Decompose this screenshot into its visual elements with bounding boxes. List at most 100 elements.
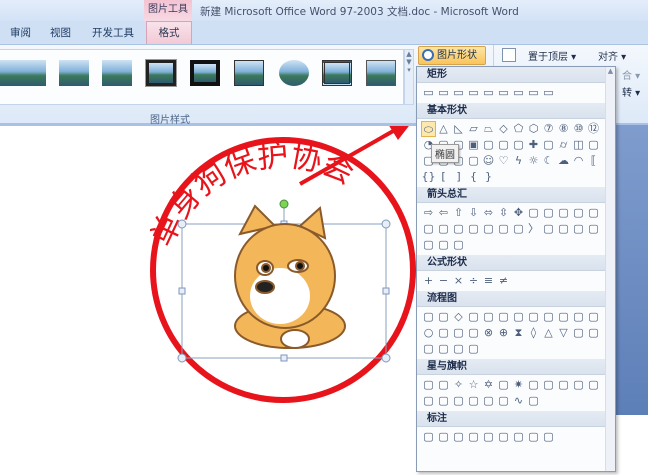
folded-corner-shape-icon[interactable]: ▢ <box>466 153 481 169</box>
picture-shape-button[interactable]: 图片形状 ▾ <box>418 46 486 78</box>
left-brace-shape-icon[interactable]: { <box>466 169 481 185</box>
manual-input-shape-icon[interactable]: ▢ <box>571 309 586 325</box>
quad-arrow-shape-icon[interactable]: ✥ <box>511 205 526 221</box>
pentagon-arrow-shape-icon[interactable]: ▢ <box>511 221 526 237</box>
cloud-shape-icon[interactable]: ☁ <box>556 153 571 169</box>
rect-shape-icon[interactable]: ▭ <box>526 85 541 101</box>
picture-style-thumb[interactable] <box>322 60 352 86</box>
cloud-callout-shape-icon[interactable]: ▢ <box>466 429 481 445</box>
multiply-shape-icon[interactable]: × <box>451 273 466 289</box>
parallelogram-shape-icon[interactable]: ▱ <box>466 121 481 137</box>
rect-shape-icon[interactable]: ▭ <box>481 85 496 101</box>
double-wave-shape-icon[interactable]: ▢ <box>526 393 541 409</box>
right-bracket-shape-icon[interactable]: ] <box>451 169 466 185</box>
star-10-shape-icon[interactable]: ▢ <box>526 377 541 393</box>
star-8-shape-icon[interactable]: ✷ <box>511 377 526 393</box>
multidocument-shape-icon[interactable]: ▢ <box>526 309 541 325</box>
rect-shape-icon[interactable]: ▭ <box>496 85 511 101</box>
minus-shape-icon[interactable]: − <box>436 273 451 289</box>
rect-shape-icon[interactable]: ▭ <box>541 85 556 101</box>
line-callout-4-shape-icon[interactable]: ▢ <box>526 429 541 445</box>
star-16-shape-icon[interactable]: ▢ <box>556 377 571 393</box>
oval-callout-shape-icon[interactable]: ▢ <box>451 429 466 445</box>
up-down-arrow-shape-icon[interactable]: ⇳ <box>496 205 511 221</box>
sort-shape-icon[interactable]: ◊ <box>526 325 541 341</box>
tab-developer[interactable]: 开发工具 <box>92 25 134 40</box>
left-arrow-shape-icon[interactable]: ⇦ <box>436 205 451 221</box>
can-shape-icon[interactable]: ⌭ <box>556 137 571 153</box>
equal-shape-icon[interactable]: ≡ <box>481 273 496 289</box>
line-callout-2-shape-icon[interactable]: ▢ <box>496 429 511 445</box>
extract-shape-icon[interactable]: △ <box>541 325 556 341</box>
picture-style-thumb[interactable] <box>366 60 396 86</box>
or-shape-icon[interactable]: ⊕ <box>496 325 511 341</box>
summing-junction-shape-icon[interactable]: ⊗ <box>481 325 496 341</box>
picture-style-thumb[interactable] <box>190 60 220 86</box>
star-12-shape-icon[interactable]: ▢ <box>541 377 556 393</box>
ribbon-up-shape-icon[interactable]: ▢ <box>421 393 436 409</box>
explosion-2-shape-icon[interactable]: ▢ <box>436 377 451 393</box>
collate-shape-icon[interactable]: ⧗ <box>511 325 526 341</box>
card-shape-icon[interactable]: ▢ <box>451 325 466 341</box>
heart-shape-icon[interactable]: ♡ <box>496 153 511 169</box>
striped-right-arrow-shape-icon[interactable]: ▢ <box>481 221 496 237</box>
picture-style-thumb[interactable] <box>102 60 132 86</box>
gallery-scrollbar[interactable]: ▲ ▼ ▾ <box>404 49 414 105</box>
bring-to-front-button[interactable]: 置于顶层 ▾ <box>528 48 576 63</box>
delay-shape-icon[interactable]: ▢ <box>586 325 601 341</box>
left-up-arrow-shape-icon[interactable]: ▢ <box>571 205 586 221</box>
diagonal-stripe-shape-icon[interactable]: ▢ <box>511 137 526 153</box>
explosion-1-shape-icon[interactable]: ▢ <box>421 377 436 393</box>
star-7-shape-icon[interactable]: ▢ <box>496 377 511 393</box>
picture-style-thumb[interactable] <box>234 60 264 86</box>
process-shape-icon[interactable]: ▢ <box>421 309 436 325</box>
rotate-button[interactable]: 转 ▾ <box>622 84 640 99</box>
down-arrow-callout-shape-icon[interactable]: ▢ <box>556 221 571 237</box>
picture-style-thumb[interactable] <box>279 60 309 86</box>
not-equal-shape-icon[interactable]: ≠ <box>496 273 511 289</box>
chevron-shape-icon[interactable]: 〉 <box>526 221 541 237</box>
picture-style-thumb[interactable] <box>59 60 89 86</box>
line-callout-5-shape-icon[interactable]: ▢ <box>541 429 556 445</box>
manual-operation-shape-icon[interactable]: ▢ <box>586 309 601 325</box>
double-bracket-shape-icon[interactable]: ⟦ <box>586 153 601 169</box>
quad-arrow-callout-shape-icon[interactable]: ▢ <box>436 237 451 253</box>
left-right-arrow-callout-shape-icon[interactable]: ▢ <box>421 237 436 253</box>
rect-shape-icon[interactable]: ▭ <box>436 85 451 101</box>
rounded-callout-shape-icon[interactable]: ▢ <box>436 429 451 445</box>
left-right-arrow-shape-icon[interactable]: ⬄ <box>481 205 496 221</box>
lightning-shape-icon[interactable]: ϟ <box>511 153 526 169</box>
octagon-shape-icon[interactable]: ⑧ <box>556 121 571 137</box>
decagon-shape-icon[interactable]: ⑩ <box>571 121 586 137</box>
curved-right-arrow-shape-icon[interactable]: ▢ <box>421 221 436 237</box>
smiley-shape-icon[interactable]: ☺ <box>481 153 496 169</box>
double-brace-shape-icon[interactable]: {} <box>421 169 436 185</box>
rotation-handle[interactable] <box>279 199 289 209</box>
position-icon[interactable] <box>502 48 516 62</box>
data-shape-icon[interactable]: ▢ <box>466 309 481 325</box>
diamond-shape-icon[interactable]: ◇ <box>496 121 511 137</box>
cube-shape-icon[interactable]: ◫ <box>571 137 586 153</box>
half-frame-shape-icon[interactable]: ▢ <box>481 137 496 153</box>
triangle-shape-icon[interactable]: △ <box>436 121 451 137</box>
group-button[interactable]: 合 ▾ <box>622 67 640 82</box>
internal-storage-shape-icon[interactable]: ▢ <box>496 309 511 325</box>
decision-shape-icon[interactable]: ◇ <box>451 309 466 325</box>
frame-shape-icon[interactable]: ▣ <box>466 137 481 153</box>
alternate-process-shape-icon[interactable]: ▢ <box>436 309 451 325</box>
rect-shape-icon[interactable]: ▭ <box>511 85 526 101</box>
circular-arrow-shape-icon[interactable]: ▢ <box>451 237 466 253</box>
display-shape-icon[interactable]: ▢ <box>466 341 481 357</box>
horizontal-scroll-shape-icon[interactable]: ▢ <box>496 393 511 409</box>
rect-shape-icon[interactable]: ▭ <box>421 85 436 101</box>
rect-callout-shape-icon[interactable]: ▢ <box>421 429 436 445</box>
line-callout-3-shape-icon[interactable]: ▢ <box>511 429 526 445</box>
cross-shape-icon[interactable]: ✚ <box>526 137 541 153</box>
dropdown-scrollbar[interactable]: ▲ <box>605 67 615 471</box>
curved-down-arrow-shape-icon[interactable]: ▢ <box>466 221 481 237</box>
left-right-up-arrow-shape-icon[interactable]: ▢ <box>526 205 541 221</box>
picture-style-thumb[interactable] <box>16 60 46 86</box>
curved-up-arrow-shape-icon[interactable]: ▢ <box>451 221 466 237</box>
magnetic-disk-shape-icon[interactable]: ▢ <box>436 341 451 357</box>
stored-data-shape-icon[interactable]: ▢ <box>571 325 586 341</box>
